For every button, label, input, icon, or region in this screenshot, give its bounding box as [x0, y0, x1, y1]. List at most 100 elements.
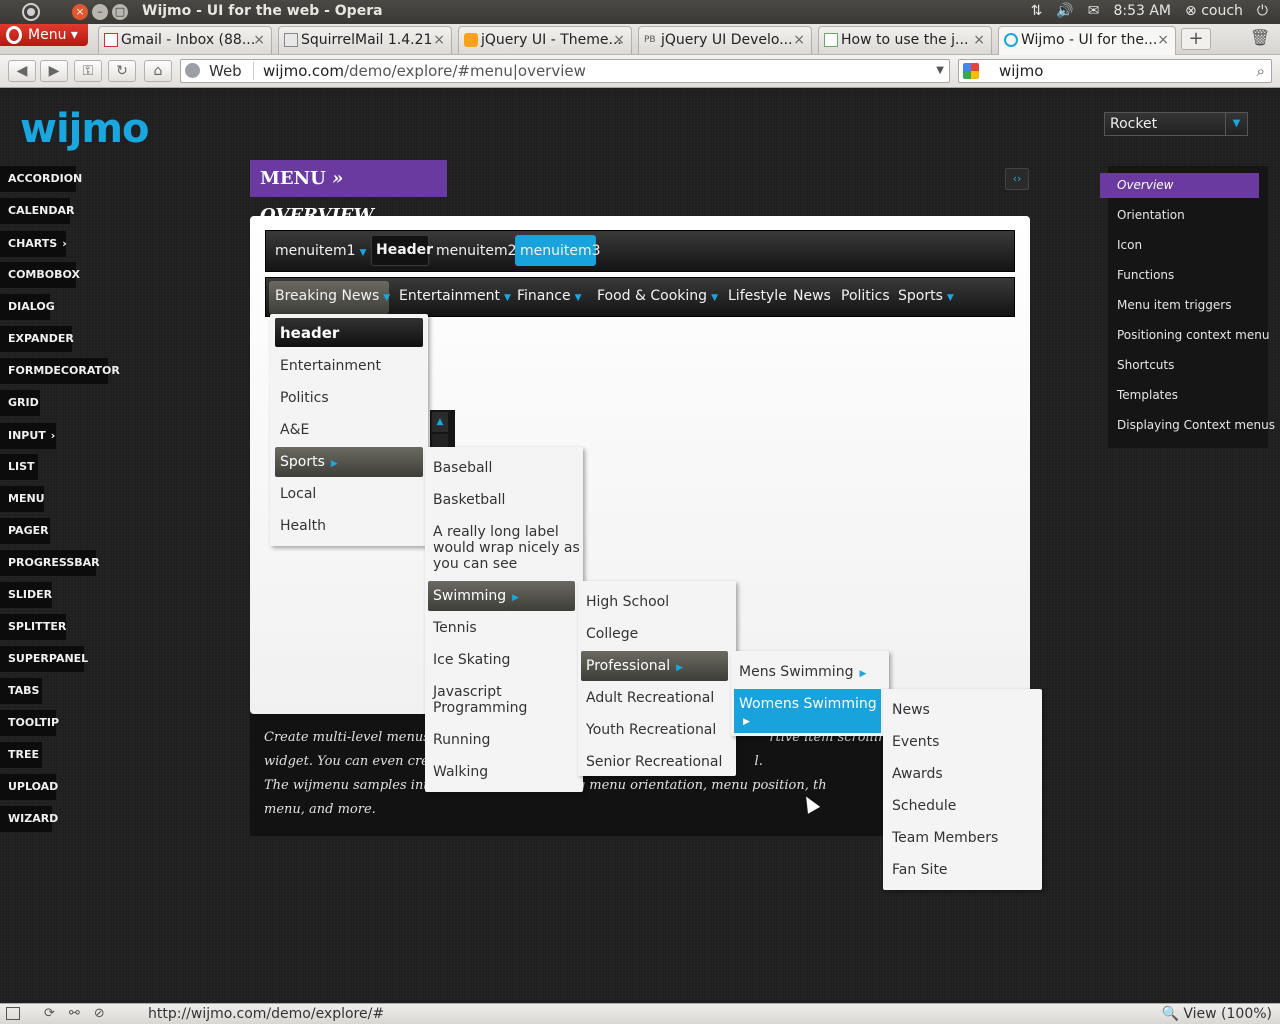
dropdown-item-baseball[interactable]: Baseball	[433, 460, 492, 476]
menu-item-news[interactable]: News	[793, 286, 831, 306]
dropdown-item-college[interactable]: College	[586, 626, 638, 642]
dropdown-item-high-school[interactable]: High School	[586, 594, 669, 610]
dropdown-item-events[interactable]: Events	[892, 734, 939, 750]
left-nav-item-superpanel[interactable]: SUPERPANEL	[0, 646, 88, 672]
scroll-up-icon[interactable]: ▲	[432, 412, 448, 432]
back-button[interactable]: ◀	[8, 60, 36, 82]
forward-button[interactable]: ▶	[40, 60, 68, 82]
dropdown-item-womens-swimming[interactable]: Womens Swimming ▶	[739, 696, 877, 730]
panel-toggle-icon[interactable]	[6, 1007, 20, 1020]
left-nav-item-dialog[interactable]: DIALOG	[0, 294, 55, 320]
menu-item-entertainment[interactable]: Entertainment ▼	[399, 286, 511, 308]
dropdown-item-basketball[interactable]: Basketball	[433, 492, 505, 508]
menu-menuitem3[interactable]: menuitem3	[520, 241, 601, 261]
key-icon[interactable]: ⚿	[74, 60, 102, 82]
menu-item-politics[interactable]: Politics	[841, 286, 890, 306]
right-nav-item-menu-item-triggers[interactable]: Menu item triggers	[1117, 298, 1231, 312]
turbo-icon[interactable]: ⊘	[94, 1006, 119, 1021]
menu-item-breaking-news[interactable]: Breaking News ▼	[275, 286, 390, 308]
dropdown-item-entertainment[interactable]: Entertainment	[280, 358, 381, 374]
tab-gmail[interactable]: Gmail - Inbox (88... ×	[98, 26, 272, 54]
left-nav-item-tooltip[interactable]: TOOLTIP	[0, 710, 59, 736]
dropdown-item-mens-swimming[interactable]: Mens Swimming ▶	[739, 664, 866, 682]
left-nav-item-combobox[interactable]: COMBOBOX	[0, 262, 80, 288]
dropdown-item-sports[interactable]: Sports ▶	[280, 454, 338, 472]
right-nav-item-shortcuts[interactable]: Shortcuts	[1117, 358, 1174, 372]
wijmo-logo[interactable]: wijmo	[20, 106, 150, 152]
reload-button[interactable]: ↻	[108, 60, 136, 82]
zoom-control[interactable]: 🔍 View (100%)	[1161, 1004, 1272, 1024]
tab-squirrelmail[interactable]: SquirrelMail 1.4.21 ×	[278, 26, 452, 54]
left-nav-item-accordion[interactable]: ACCORDION	[0, 166, 82, 192]
home-button[interactable]: ⌂	[144, 60, 172, 82]
dropdown-item-walking[interactable]: Walking	[433, 764, 488, 780]
menu-item-food-cooking[interactable]: Food & Cooking ▼	[597, 286, 718, 308]
right-nav-item-templates[interactable]: Templates	[1117, 388, 1178, 402]
dropdown-item-schedule[interactable]: Schedule	[892, 798, 956, 814]
dropdown-item-professional[interactable]: Professional ▶	[586, 658, 683, 676]
dropdown-item-running[interactable]: Running	[433, 732, 490, 748]
dropdown-item-team-members[interactable]: Team Members	[892, 830, 998, 846]
right-nav-item-overview[interactable]: Overview	[1117, 178, 1174, 192]
dropdown-item-politics[interactable]: Politics	[280, 390, 329, 406]
tab-how-to[interactable]: How to use the j... ×	[818, 26, 992, 54]
tab-close-icon[interactable]: ×	[253, 27, 265, 53]
left-nav-item-splitter[interactable]: SPLITTER	[0, 614, 66, 640]
left-nav-item-slider[interactable]: SLIDER	[0, 582, 52, 608]
tab-jquery-dev[interactable]: PB jQuery UI Develo... ×	[638, 26, 812, 54]
tab-close-icon[interactable]: ×	[433, 27, 445, 53]
right-nav-item-functions[interactable]: Functions	[1117, 268, 1174, 282]
volume-icon[interactable]: 🔊	[1056, 3, 1073, 19]
left-nav-item-list[interactable]: LIST	[0, 454, 38, 480]
window-minimize-button[interactable]: –	[92, 4, 108, 20]
right-nav-item-displaying-context-menus[interactable]: Displaying Context menus	[1117, 418, 1275, 432]
code-toggle-button[interactable]: ‹›	[1005, 168, 1029, 190]
dropdown-item-javascript[interactable]: Javascript	[433, 684, 502, 700]
dropdown-item-fan-site[interactable]: Fan Site	[892, 862, 948, 878]
dropdown-item-a-e[interactable]: A&E	[280, 422, 309, 438]
dropdown-item-health[interactable]: Health	[280, 518, 326, 534]
window-close-button[interactable]: ×	[72, 4, 88, 20]
left-nav-item-tabs[interactable]: TABS	[0, 678, 42, 704]
user-menu[interactable]: ⊗ couch	[1185, 3, 1243, 19]
tab-close-icon[interactable]: ×	[1157, 27, 1169, 53]
tab-jquery-theme[interactable]: jQuery UI - Theme... ×	[458, 26, 632, 54]
dropdown-item-ice-skating[interactable]: Ice Skating	[433, 652, 510, 668]
menu-menuitem1[interactable]: menuitem1 ▼	[275, 241, 366, 263]
opera-menu-button[interactable]: Menu ▾	[0, 24, 88, 46]
left-nav-item-wizard[interactable]: WIZARD	[0, 806, 58, 832]
left-nav-item-progressbar[interactable]: PROGRESSBAR	[0, 550, 100, 576]
search-field[interactable]: wijmo ⌕	[958, 59, 1272, 83]
dropdown-item-news[interactable]: News	[892, 702, 930, 718]
menu-item-sports[interactable]: Sports ▼	[898, 286, 954, 308]
address-dropdown-icon[interactable]: ▼	[936, 60, 944, 82]
dropdown-item-adult-recreational[interactable]: Adult Recreational	[586, 690, 714, 706]
menu-item-finance[interactable]: Finance ▼	[517, 286, 581, 308]
left-nav-item-calendar[interactable]: CALENDAR	[0, 198, 74, 224]
dropdown-item-you-can-see[interactable]: you can see	[433, 556, 517, 572]
right-nav-item-orientation[interactable]: Orientation	[1117, 208, 1185, 222]
network-icon[interactable]: ⇅	[1031, 3, 1043, 19]
dropdown-item-would-wrap-nicely-as[interactable]: would wrap nicely as	[433, 540, 580, 556]
left-nav-item-grid[interactable]: GRID	[0, 390, 40, 416]
left-nav-item-menu[interactable]: MENU	[0, 486, 45, 512]
new-tab-button[interactable]: +	[1181, 28, 1211, 50]
menu-item-lifestyle[interactable]: Lifestyle	[728, 286, 787, 306]
trash-icon[interactable]: 🗑	[1250, 28, 1270, 50]
dropdown-item-local[interactable]: Local	[280, 486, 316, 502]
right-nav-item-positioning-context-menu[interactable]: Positioning context menu	[1117, 328, 1269, 342]
dropdown-item-youth-recreational[interactable]: Youth Recreational	[586, 722, 716, 738]
menu-menuitem2[interactable]: menuitem2	[436, 241, 517, 261]
dropdown-item-swimming[interactable]: Swimming ▶	[433, 588, 519, 606]
right-nav-item-icon[interactable]: Icon	[1117, 238, 1142, 252]
dropdown-item-programming[interactable]: Programming	[433, 700, 527, 716]
left-nav-item-upload[interactable]: UPLOAD	[0, 774, 58, 800]
window-maximize-button[interactable]: □	[112, 4, 128, 20]
dropdown-item-senior-recreational[interactable]: Senior Recreational	[586, 754, 722, 770]
tab-wijmo[interactable]: Wijmo - UI for the... ×	[998, 26, 1176, 55]
google-icon[interactable]	[963, 63, 979, 79]
left-nav-item-charts[interactable]: CHARTS ›	[0, 231, 67, 257]
dropdown-item-a-really-long-label[interactable]: A really long label	[433, 524, 559, 540]
left-nav-item-input[interactable]: INPUT ›	[0, 423, 56, 449]
left-nav-item-expander[interactable]: EXPANDER	[0, 326, 74, 352]
